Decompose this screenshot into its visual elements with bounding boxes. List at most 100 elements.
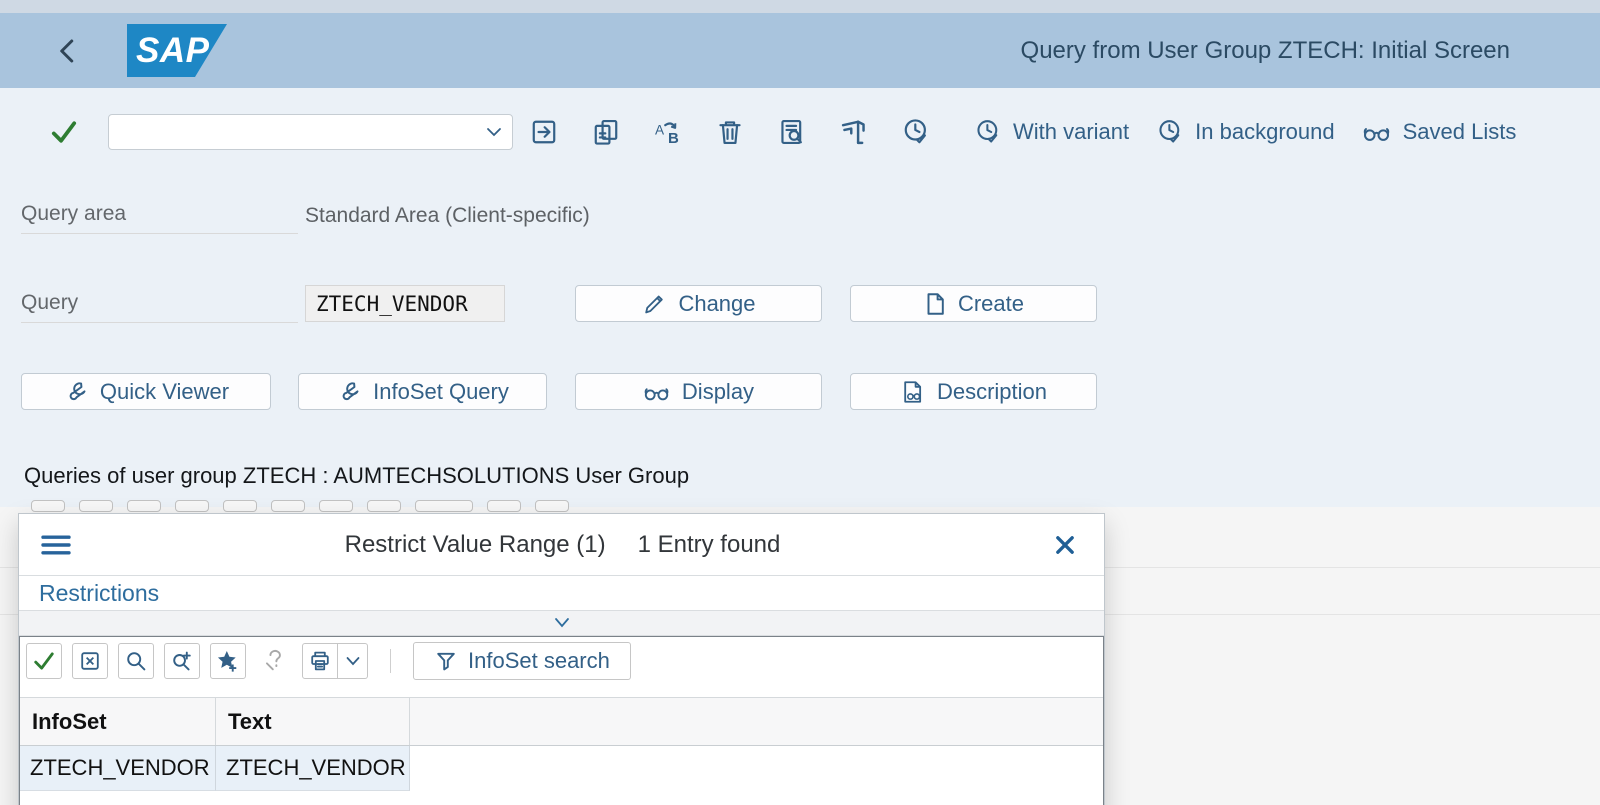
cell-text[interactable]: ZTECH_VENDOR <box>216 746 410 791</box>
in-background-label: In background <box>1195 118 1335 144</box>
with-variant-label: With variant <box>1013 118 1130 144</box>
dialog-close-button[interactable] <box>1052 532 1078 558</box>
search-plus-icon <box>173 651 191 671</box>
restrictions-label: Restrictions <box>39 579 160 606</box>
infoset-table-header: InfoSet Text <box>20 698 1103 746</box>
infoset-search-label: InfoSet search <box>468 648 610 673</box>
rename-ab-icon: AB <box>655 121 679 146</box>
document-glasses-icon <box>904 380 922 403</box>
saved-lists-button[interactable]: Saved Lists <box>1362 118 1517 146</box>
wrench-icon <box>342 381 359 400</box>
dialog-title: Restrict Value Range (1) <box>344 530 606 558</box>
infoset-query-label: InfoSet Query <box>373 378 509 404</box>
background-toolbar-peek <box>31 500 569 512</box>
dialog-ok-button[interactable] <box>26 643 62 679</box>
clock-check-icon <box>1159 119 1180 143</box>
svg-text:A: A <box>655 122 665 137</box>
pencil-icon <box>645 295 664 313</box>
create-button[interactable]: Create <box>850 285 1097 322</box>
copy-icon <box>594 119 618 145</box>
toolbar-separator <box>390 649 391 673</box>
delete-button[interactable] <box>699 117 761 147</box>
preview-button[interactable] <box>761 117 823 147</box>
query-input[interactable] <box>305 285 505 322</box>
with-variant-button[interactable]: With variant <box>974 118 1129 146</box>
saved-lists-label: Saved Lists <box>1402 118 1517 144</box>
table-row[interactable]: ZTECH_VENDOR ZTECH_VENDOR <box>20 746 1103 791</box>
document-icon <box>927 292 944 315</box>
description-button[interactable]: Description <box>850 373 1097 410</box>
change-button[interactable]: Change <box>575 285 822 322</box>
main-toolbar: AB With variant In background Saved List… <box>0 88 1600 175</box>
boxed-x-icon <box>81 652 99 670</box>
dialog-content: InfoSet search InfoSet Text ZTECH_VENDOR… <box>19 636 1104 805</box>
sap-gui-window: SAP Query from User Group ZTECH: Initial… <box>0 0 1600 805</box>
display-button[interactable]: Display <box>575 373 822 410</box>
glasses-icon <box>644 387 669 400</box>
dialog-entries-found: 1 Entry found <box>637 530 781 558</box>
infoset-table: InfoSet Text ZTECH_VENDOR ZTECH_VENDOR <box>20 697 1103 791</box>
background-button-top <box>367 500 401 512</box>
caliper-button[interactable] <box>823 117 885 147</box>
description-label: Description <box>936 378 1048 404</box>
dialog-menu-button[interactable] <box>39 532 73 558</box>
transfer-button[interactable] <box>513 117 575 147</box>
back-button[interactable] <box>55 36 81 66</box>
query-list-heading: Queries of user group ZTECH : AUMTECHSOL… <box>24 463 690 488</box>
command-dropdown-icon[interactable] <box>484 124 504 140</box>
green-check-icon <box>51 120 77 143</box>
copy-button[interactable] <box>575 117 637 147</box>
background-button-top <box>31 500 65 512</box>
column-header-infoset[interactable]: InfoSet <box>20 698 216 745</box>
title-bar: SAP Query from User Group ZTECH: Initial… <box>0 13 1600 88</box>
dialog-search-more-button[interactable] <box>164 643 200 679</box>
sap-logo-text: SAP <box>136 30 210 70</box>
dialog-gap <box>20 685 1103 697</box>
screen-title: Query from User Group ZTECH: Initial Scr… <box>1020 36 1510 64</box>
query-area-value: Standard Area (Client-specific) <box>305 204 590 227</box>
rename-button[interactable]: AB <box>637 117 699 147</box>
background-button-top <box>415 500 473 512</box>
background-button-top <box>319 500 353 512</box>
dialog-print-button[interactable] <box>302 643 338 679</box>
restrictions-expand-strip[interactable] <box>19 610 1104 636</box>
infoset-query-button[interactable]: InfoSet Query <box>298 373 547 410</box>
background-button-top <box>271 500 305 512</box>
dialog-add-favorite-button[interactable] <box>210 643 246 679</box>
cell-infoset[interactable]: ZTECH_VENDOR <box>20 746 216 791</box>
query-area-label: Query area <box>21 202 298 234</box>
trash-icon <box>719 120 741 144</box>
wrench-icon <box>69 381 86 400</box>
clock-check-icon <box>904 118 926 143</box>
execute-button[interactable] <box>885 117 947 147</box>
in-background-button[interactable]: In background <box>1156 118 1335 146</box>
dialog-help-button[interactable] <box>256 643 292 679</box>
dialog-cancel-button[interactable] <box>72 643 108 679</box>
infoset-search-button[interactable]: InfoSet search <box>413 642 631 680</box>
hamburger-icon <box>41 535 71 554</box>
window-top-strip <box>0 0 1600 13</box>
background-button-top <box>487 500 521 512</box>
background-button-top <box>535 500 569 512</box>
printer-icon <box>311 651 329 671</box>
dialog-search-button[interactable] <box>118 643 154 679</box>
column-header-text[interactable]: Text <box>216 698 410 745</box>
dialog-header: Restrict Value Range (1) 1 Entry found <box>19 514 1104 576</box>
enter-button[interactable] <box>48 116 80 148</box>
restrictions-section-header[interactable]: Restrictions <box>19 576 1104 610</box>
caliper-icon <box>841 120 865 144</box>
chevron-down-icon <box>554 618 569 628</box>
search-icon <box>127 652 146 671</box>
dialog-print-dropdown[interactable] <box>338 643 368 679</box>
svg-text:B: B <box>668 129 679 146</box>
background-button-top <box>175 500 209 512</box>
background-button-top <box>223 500 257 512</box>
hand-question-icon <box>265 649 281 671</box>
transfer-icon <box>532 120 556 143</box>
glasses-icon <box>1363 127 1389 141</box>
filter-icon <box>437 652 455 671</box>
quick-viewer-button[interactable]: Quick Viewer <box>21 373 271 410</box>
clock-check-icon <box>977 119 998 143</box>
command-field[interactable] <box>108 113 513 150</box>
close-icon <box>1056 535 1074 554</box>
